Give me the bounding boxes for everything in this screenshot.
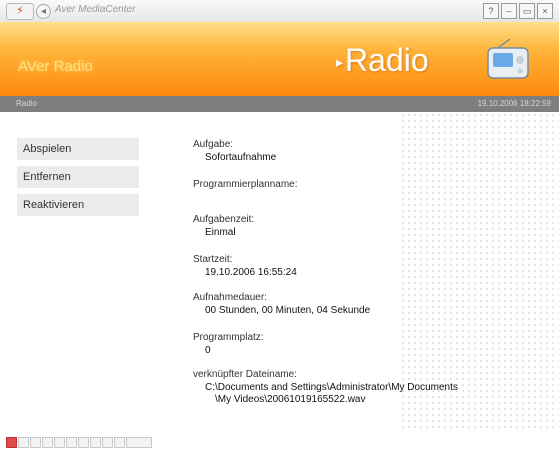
detail-filename: verknüpfter Dateiname: C:\Documents and … xyxy=(193,369,533,405)
status-datetime: 19.10.2006 18:22:59 xyxy=(477,99,551,108)
forward-icon[interactable] xyxy=(66,436,77,448)
previous-icon[interactable] xyxy=(78,436,89,448)
start-time-label: Startzeit: xyxy=(193,254,233,265)
record-icon[interactable] xyxy=(6,436,17,448)
next-icon[interactable] xyxy=(90,436,101,448)
app-title: Aver MediaCenter xyxy=(55,4,136,15)
play-icon[interactable] xyxy=(18,436,29,448)
minimize-icon[interactable]: – xyxy=(501,3,517,19)
header-banner: AVer Radio ▸Radio xyxy=(0,22,559,96)
task-label: Aufgabe: xyxy=(193,139,234,150)
detail-start-time: Startzeit: 19.10.2006 16:55:24 xyxy=(193,254,533,292)
mute-icon[interactable] xyxy=(102,436,113,448)
volume-down-icon[interactable] xyxy=(114,436,125,448)
detail-channel: Programmplatz: 0 xyxy=(193,332,533,369)
title-bullet-icon: ▸ xyxy=(336,54,344,71)
banner-brand-text: AVer Radio xyxy=(18,58,93,75)
duration-label: Aufnahmedauer: xyxy=(193,292,267,303)
filename-line-2: \My Videos\20061019165522.wav xyxy=(215,394,366,405)
page-title-text: Radio xyxy=(345,42,429,78)
task-value: Sofortaufnahme xyxy=(205,152,277,163)
rewind-icon[interactable] xyxy=(54,436,65,448)
status-section: Radio xyxy=(16,99,37,108)
filename-label: verknüpfter Dateiname: xyxy=(193,369,297,380)
close-icon[interactable]: × xyxy=(537,3,553,19)
maximize-icon[interactable]: ▭ xyxy=(519,3,535,19)
page-title: ▸Radio xyxy=(336,42,429,79)
transport-bar xyxy=(6,436,166,448)
task-details: Aufgabe: Sofortaufnahme Programmierplann… xyxy=(193,139,533,405)
filename-line-1: C:\Documents and Settings\Administrator\… xyxy=(205,382,458,393)
channel-value: 0 xyxy=(205,345,211,356)
plan-name-label: Programmierplanname: xyxy=(193,179,298,190)
status-bar: Radio 19.10.2006 18:22:59 xyxy=(0,96,559,112)
detail-task: Aufgabe: Sofortaufnahme xyxy=(193,139,533,179)
duration-value: 00 Stunden, 00 Minuten, 04 Sekunde xyxy=(205,305,371,316)
help-icon[interactable]: ? xyxy=(483,3,499,19)
detail-plan: Programmierplanname: xyxy=(193,179,533,214)
task-time-value: Einmal xyxy=(205,227,236,238)
play-button[interactable]: Abspielen xyxy=(17,138,139,160)
reactivate-button[interactable]: Reaktivieren xyxy=(17,194,139,216)
title-bar: ⚡ ◂ Aver MediaCenter ? – ▭ × xyxy=(0,0,559,23)
action-sidebar: Abspielen Entfernen Reaktivieren xyxy=(17,138,139,222)
remove-button[interactable]: Entfernen xyxy=(17,166,139,188)
radio-icon xyxy=(487,38,529,79)
window-controls: ? – ▭ × xyxy=(483,3,553,19)
detail-task-time: Aufgabenzeit: Einmal xyxy=(193,214,533,254)
task-time-label: Aufgabenzeit: xyxy=(193,214,255,225)
detail-duration: Aufnahmedauer: 00 Stunden, 00 Minuten, 0… xyxy=(193,292,533,332)
stop-icon[interactable] xyxy=(42,436,53,448)
back-icon[interactable]: ◂ xyxy=(36,4,51,19)
channel-label: Programmplatz: xyxy=(193,332,264,343)
pause-icon[interactable] xyxy=(30,436,41,448)
app-menu-icon[interactable]: ⚡ xyxy=(6,3,34,20)
volume-slider[interactable] xyxy=(126,436,152,448)
start-time-value: 19.10.2006 16:55:24 xyxy=(205,267,297,278)
